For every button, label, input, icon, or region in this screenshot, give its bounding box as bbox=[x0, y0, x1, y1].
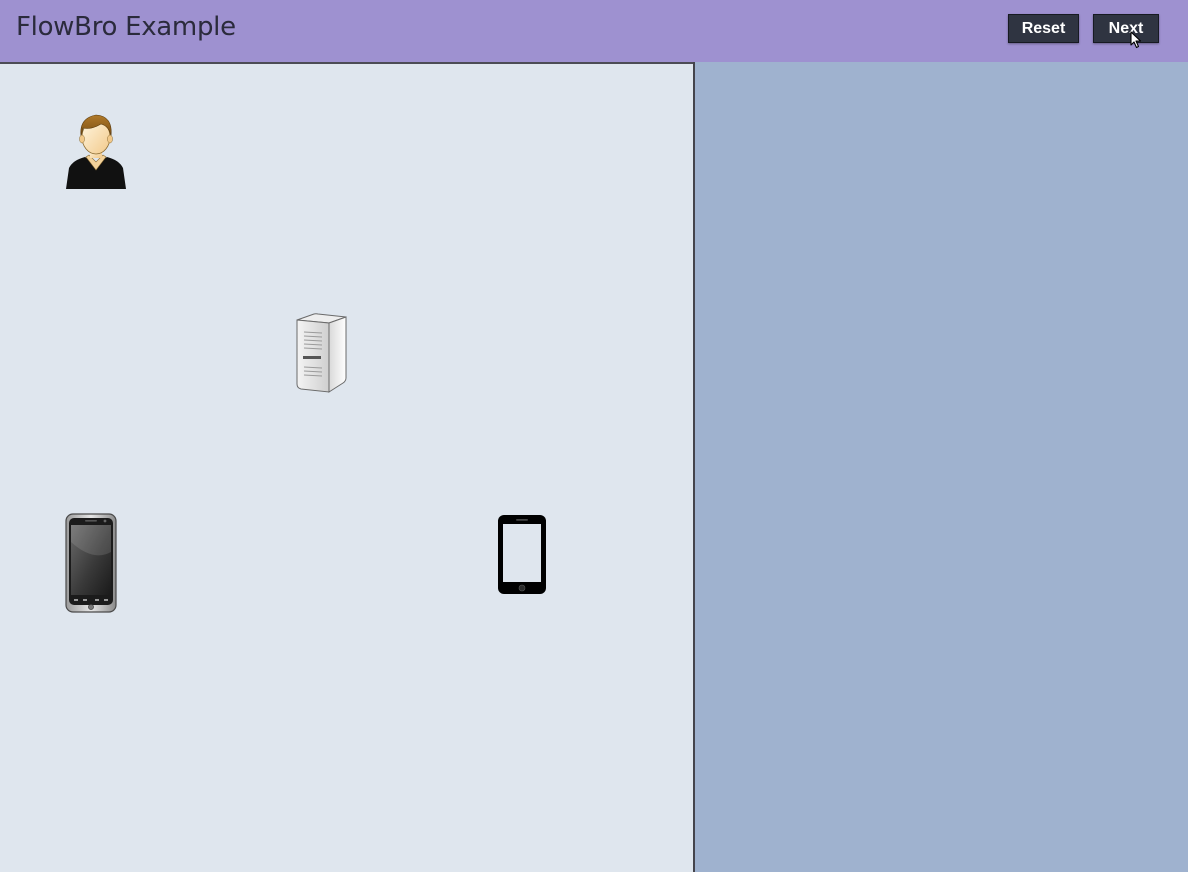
mobile-outline-icon bbox=[498, 515, 546, 594]
header-bar: FlowBro Example Reset Next bbox=[0, 0, 1188, 62]
server-icon bbox=[296, 313, 347, 393]
app-window: FlowBro Example Reset Next bbox=[0, 0, 1188, 872]
next-button[interactable]: Next bbox=[1093, 14, 1159, 43]
server-node[interactable] bbox=[292, 312, 350, 394]
user-icon bbox=[66, 114, 126, 189]
side-panel bbox=[695, 62, 1188, 872]
user-node[interactable] bbox=[63, 112, 129, 192]
reset-button[interactable]: Reset bbox=[1008, 14, 1079, 43]
page-title: FlowBro Example bbox=[16, 12, 236, 42]
smartphone-node[interactable] bbox=[63, 512, 119, 616]
flow-canvas[interactable] bbox=[0, 62, 694, 872]
mobile-outline-node[interactable] bbox=[494, 512, 550, 598]
mouse-cursor-icon bbox=[1130, 31, 1142, 49]
smartphone-icon bbox=[65, 513, 117, 613]
